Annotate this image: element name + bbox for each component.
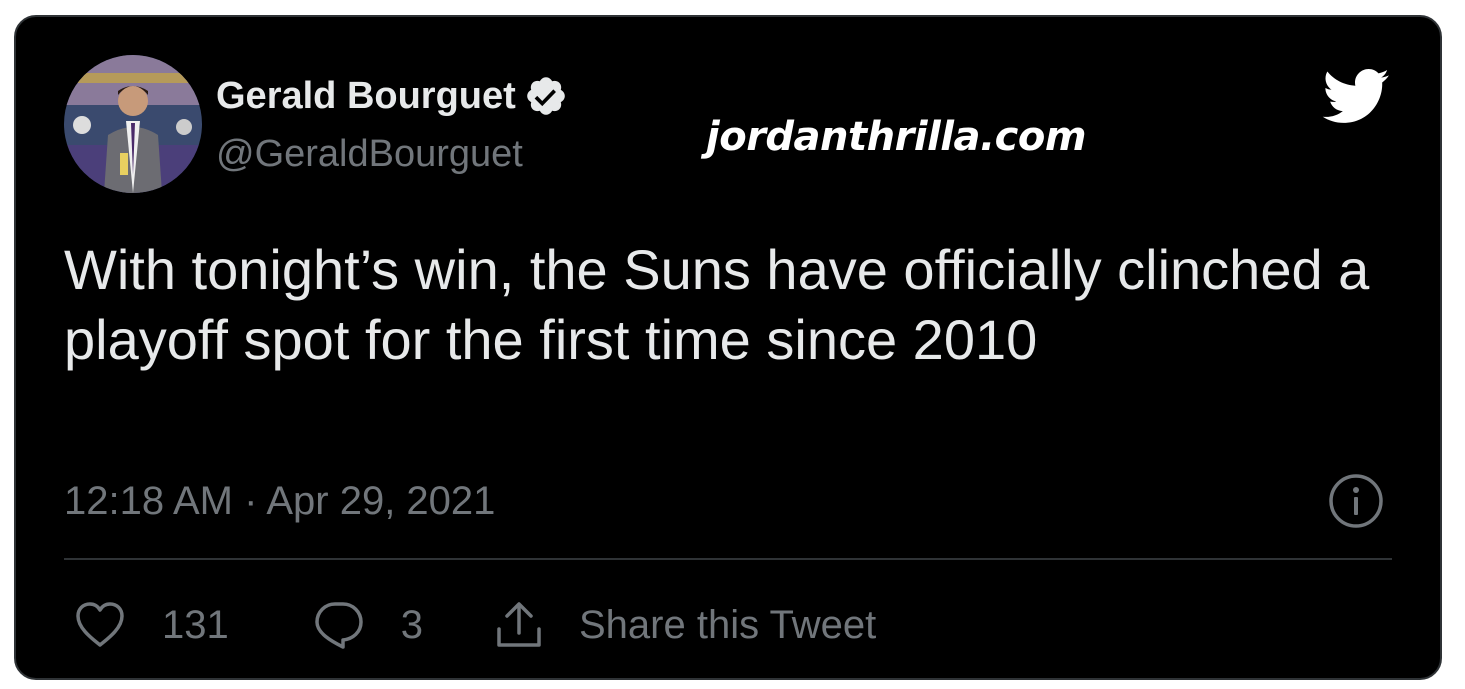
tweet-card: Gerald Bourguet @GeraldBourguet jordanth… xyxy=(14,15,1442,680)
divider xyxy=(64,558,1392,560)
author-handle[interactable]: @GeraldBourguet xyxy=(216,131,523,177)
tweet-timestamp[interactable]: 12:18 AM · Apr 29, 2021 xyxy=(64,477,495,525)
like-button[interactable]: 131 xyxy=(74,601,229,649)
info-icon[interactable] xyxy=(1328,473,1384,529)
author-display-name[interactable]: Gerald Bourguet xyxy=(216,73,516,119)
reply-button[interactable]: 3 xyxy=(313,600,423,650)
tweet-text: With tonight’s win, the Suns have offici… xyxy=(64,238,1370,371)
share-label: Share this Tweet xyxy=(579,603,877,647)
author-name-row[interactable]: Gerald Bourguet xyxy=(216,73,568,119)
twitter-bird-icon[interactable] xyxy=(1320,61,1390,131)
action-bar: 131 3 Share this Tweet xyxy=(74,597,876,653)
heart-icon xyxy=(76,602,124,647)
watermark-text: jordanthrilla.com xyxy=(706,114,1087,160)
share-upload-icon xyxy=(497,602,541,647)
like-count: 131 xyxy=(162,603,229,647)
avatar-photo xyxy=(64,55,202,193)
avatar[interactable] xyxy=(64,55,202,193)
reply-count: 3 xyxy=(400,603,423,647)
share-button[interactable]: Share this Tweet xyxy=(493,599,876,651)
reply-bubble-icon xyxy=(315,602,363,649)
verified-badge-icon xyxy=(527,77,565,115)
